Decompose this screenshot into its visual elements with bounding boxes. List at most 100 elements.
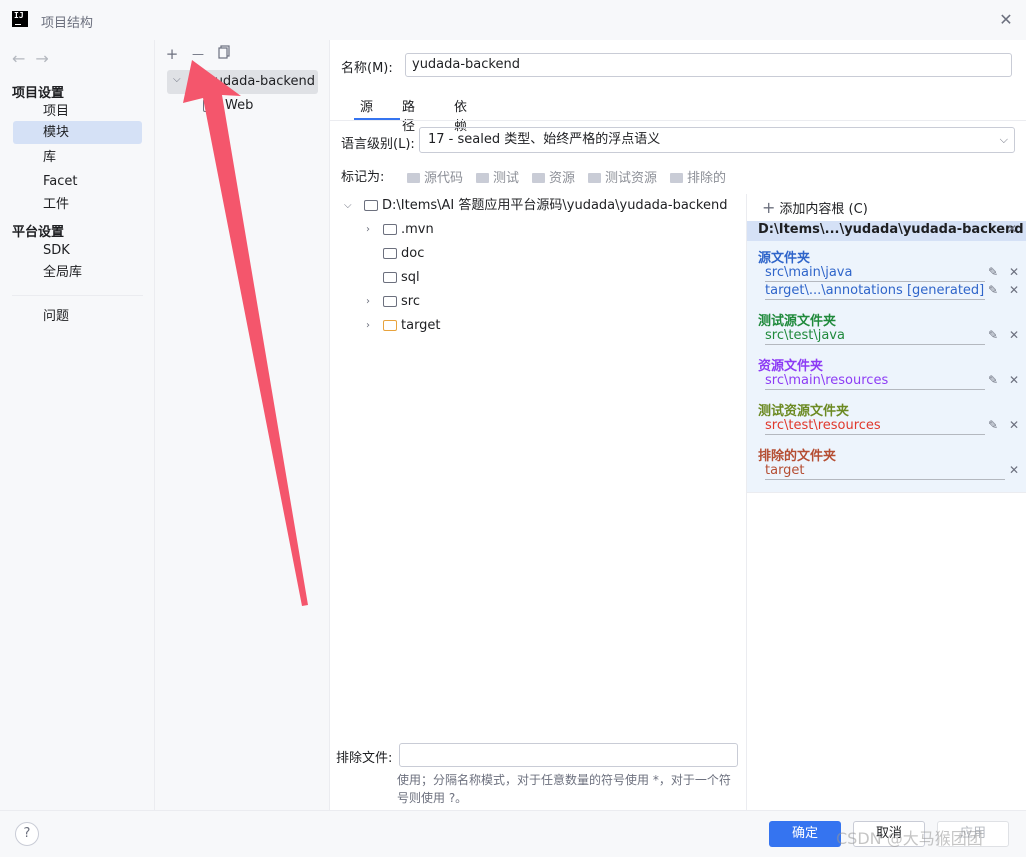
tree-item-src[interactable]: › src [366,291,566,313]
tree-root-row[interactable]: ⌵ D:\Items\AI 答题应用平台源码\yudada\yudada-bac… [344,195,744,217]
remove-root-icon[interactable]: ✕ [1007,222,1017,236]
chevron-right-icon[interactable]: › [366,315,378,337]
add-content-root-button[interactable]: + 添加内容根 (C) [762,198,868,217]
nav-item-libraries[interactable]: 库 [13,146,142,169]
close-icon[interactable]: ✕ [996,10,1016,30]
resources-folder-title: 资源文件夹 [758,359,824,374]
name-label: 名称(M): [341,61,393,76]
remove-icon[interactable]: ✕ [1009,265,1019,279]
content-root-folders: 源文件夹 src\main\java ✎ ✕ target\...\annotat… [747,241,1026,493]
folder-icon [364,200,378,211]
language-level-value: 17 - sealed 类型、始终严格的浮点语义 [428,132,661,147]
module-list-pane: + — ⌵ yudada-backend Web [155,40,330,810]
sources-folder-title: 源文件夹 [758,251,811,266]
language-level-label: 语言级别(L): [341,137,415,152]
nav-item-project[interactable]: 项目 [13,100,142,123]
settings-nav: ←→ 项目设置 项目 模块 库 Facet 工件 平台设置 SDK 全局库 问题 [0,40,155,810]
module-name: yudada-backend [207,74,315,89]
folder-icon [407,173,420,183]
folder-icon [588,173,601,183]
excluded-folder-icon [383,320,397,331]
mark-tests-button[interactable]: 测试 [476,167,519,186]
remove-icon[interactable]: ✕ [1009,463,1019,477]
nav-item-artifacts[interactable]: 工件 [13,193,142,216]
tab-paths[interactable]: 路径 [402,96,415,134]
nav-section-project-settings: 项目设置 [12,86,65,101]
tab-sources[interactable]: 源 [360,96,373,115]
remove-icon[interactable]: ✕ [1009,283,1019,297]
csdn-watermark: CSDN @大马猴团团 [836,829,983,848]
nav-item-global-libraries[interactable]: 全局库 [13,261,142,284]
exclude-files-hint: 使用；分隔名称模式，对于任意数量的符号使用 *，对于一个符号则使用 ?。 [397,773,731,805]
nav-item-problems[interactable]: 问题 [13,305,142,328]
dialog-footer: ? 确定 取消 应用 CSDN @大马猴团团 [0,810,1026,857]
edit-pencil-icon[interactable]: ✎ [988,328,998,342]
intellij-logo-icon: IJ [12,11,28,27]
remove-icon[interactable]: ✕ [1009,418,1019,432]
nav-divider [12,295,143,296]
mark-test-resources-button[interactable]: 测试资源 [588,167,657,186]
mark-excluded-button[interactable]: 排除的 [670,167,726,186]
module-row[interactable]: ⌵ yudada-backend [167,70,318,94]
chevron-right-icon[interactable]: › [366,291,378,313]
mark-sources-button[interactable]: 源代码 [407,167,463,186]
test-resources-folder-title: 测试资源文件夹 [758,404,850,419]
test-sources-folder-title: 测试源文件夹 [758,314,837,329]
copy-icon[interactable] [214,44,234,64]
facet-name: Web [225,98,254,113]
nav-item-facets[interactable]: Facet [13,170,142,193]
folder-icon [670,173,683,183]
exclude-files-input[interactable] [399,743,738,767]
add-module-button[interactable]: + [162,44,182,64]
nav-item-sdk[interactable]: SDK [13,239,142,262]
remove-icon[interactable]: ✕ [1009,373,1019,387]
source-folder-entry[interactable]: src\main\java [765,265,985,282]
module-settings-pane: 名称(M): yudada-backend 源 路径 依赖 语言级别(L): 1… [330,40,1026,810]
edit-pencil-icon[interactable]: ✎ [988,418,998,432]
title-bar: IJ 项目结构 ✕ [0,0,1026,40]
language-level-select[interactable]: 17 - sealed 类型、始终严格的浮点语义 ⌵ [419,127,1015,153]
window-title: 项目结构 [41,16,94,31]
web-facet-icon [203,99,215,112]
content-roots-panel: + 添加内容根 (C) D:\Items\...\yudada\yudada-ba… [746,194,1026,810]
source-folder-entry[interactable]: target\...\annotations [generated] [765,283,985,300]
mark-as-label: 标记为: [341,170,385,185]
mark-resources-button[interactable]: 资源 [532,167,575,186]
exclude-files-label: 排除文件: [336,751,393,766]
remove-module-button[interactable]: — [188,44,208,64]
tree-item-sql[interactable]: sql [366,267,566,289]
tree-item-doc[interactable]: doc [366,243,566,265]
folder-icon [532,173,545,183]
folder-icon [476,173,489,183]
tree-item-target[interactable]: › target [366,315,566,337]
content-root-path: D:\Items\...\yudada\yudada-backend [758,222,1024,237]
arrow-left-icon[interactable]: ← [12,49,35,68]
chevron-down-icon[interactable]: ⌵ [344,195,356,217]
content-root-header[interactable]: D:\Items\...\yudada\yudada-backend ✕ [747,221,1026,241]
module-name-field[interactable]: yudada-backend [405,53,1012,77]
help-button[interactable]: ? [15,822,39,846]
tree-item-mvn[interactable]: › .mvn [366,219,566,241]
folder-icon [383,272,397,283]
chevron-down-icon[interactable]: ⌵ [173,74,181,85]
resource-folder-entry[interactable]: src\main\resources [765,373,985,390]
ok-button[interactable]: 确定 [769,821,841,847]
nav-section-platform-settings: 平台设置 [12,225,65,240]
folder-icon [383,248,397,259]
edit-pencil-icon[interactable]: ✎ [988,373,998,387]
excluded-folder-entry[interactable]: target [765,463,1005,480]
edit-pencil-icon[interactable]: ✎ [988,265,998,279]
content-root-tree: ⌵ D:\Items\AI 答题应用平台源码\yudada\yudada-bac… [330,194,746,734]
edit-pencil-icon[interactable]: ✎ [988,283,998,297]
tree-root-path: D:\Items\AI 答题应用平台源码\yudada\yudada-backe… [382,198,728,213]
module-folder-icon [189,76,203,87]
chevron-right-icon[interactable]: › [366,219,378,241]
arrow-right-icon[interactable]: → [35,49,58,68]
test-resource-folder-entry[interactable]: src\test\resources [765,418,985,435]
excluded-folder-title: 排除的文件夹 [758,449,837,464]
chevron-down-icon: ⌵ [999,133,1008,146]
nav-item-modules[interactable]: 模块 [13,121,142,144]
folder-icon [383,224,397,235]
remove-icon[interactable]: ✕ [1009,328,1019,342]
test-source-folder-entry[interactable]: src\test\java [765,328,985,345]
